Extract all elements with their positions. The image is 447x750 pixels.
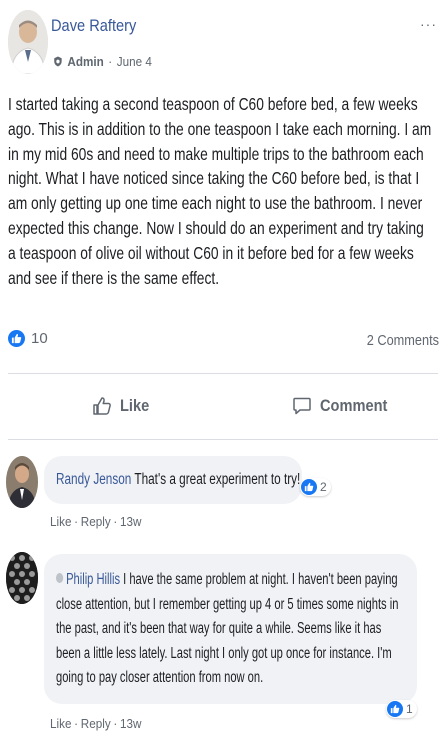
comment-icon — [293, 397, 311, 415]
author-avatar[interactable] — [8, 10, 48, 74]
comment-reply-link[interactable]: Reply — [81, 716, 111, 731]
post-body: I started taking a second teaspoon of C6… — [8, 94, 432, 288]
thumbs-up-icon — [93, 397, 111, 415]
comment-label: Comment — [320, 396, 388, 415]
comment-bubble: Philip Hillis I have the same problem at… — [44, 554, 417, 704]
more-icon[interactable]: ··· — [420, 16, 437, 32]
comment-item: Philip Hillis I have the same problem at… — [6, 550, 436, 740]
commenter-avatar[interactable] — [6, 456, 38, 508]
comment-meta: Like · Reply · 13w — [50, 514, 142, 529]
comment-meta: Like · Reply · 13w — [50, 716, 142, 731]
comment-reply-link[interactable]: Reply — [81, 514, 111, 529]
comment-button[interactable]: Comment — [292, 386, 398, 426]
like-count-number: 10 — [31, 330, 48, 347]
comment-bubble: Randy Jenson That's a great experiment t… — [44, 456, 302, 504]
post-meta: Admin · June 4 — [53, 54, 152, 69]
divider — [8, 373, 438, 374]
comment-text: Philip Hillis I have the same problem at… — [56, 568, 402, 691]
divider — [8, 439, 438, 440]
like-reaction-icon — [387, 701, 403, 717]
comment-reaction-count: 2 — [320, 480, 327, 494]
post-date[interactable]: June 4 — [117, 54, 152, 69]
admin-badge-icon — [54, 56, 62, 67]
comment-like-link[interactable]: Like — [50, 716, 71, 731]
post-stats: 10 2 Comments — [8, 330, 439, 352]
meta-separator: · — [108, 54, 113, 69]
post-header: Dave Raftery Admin · June 4 ··· — [6, 8, 441, 80]
comment-reaction-count: 1 — [406, 702, 413, 716]
commenter-name[interactable]: Randy Jenson — [56, 471, 131, 488]
like-reaction-icon — [8, 330, 25, 347]
post-actions: Like Comment — [8, 386, 438, 426]
comment-body: That's a great experiment to try! — [134, 471, 301, 488]
comment-reactions[interactable]: 2 — [300, 478, 331, 496]
comment-time[interactable]: 13w — [120, 514, 141, 529]
author-name[interactable]: Dave Raftery — [51, 16, 136, 36]
like-button[interactable]: Like — [92, 386, 154, 426]
comment-time[interactable]: 13w — [120, 716, 141, 731]
like-reaction-icon — [301, 479, 317, 495]
like-label: Like — [120, 396, 150, 415]
comment-item: Randy Jenson That's a great experiment t… — [6, 454, 436, 534]
like-count[interactable]: 10 — [8, 330, 48, 347]
comment-like-link[interactable]: Like — [50, 514, 71, 529]
comments-count[interactable]: 2 Comments — [367, 332, 439, 349]
comment-body: I have the same problem at night. I have… — [56, 571, 399, 686]
commenter-avatar[interactable] — [6, 552, 38, 604]
comment-reactions[interactable]: 1 — [386, 700, 417, 718]
top-fan-badge-icon — [56, 573, 64, 583]
commenter-name[interactable]: Philip Hillis — [66, 571, 120, 588]
comment-text: Randy Jenson That's a great experiment t… — [56, 468, 314, 493]
author-role: Admin — [67, 54, 104, 69]
